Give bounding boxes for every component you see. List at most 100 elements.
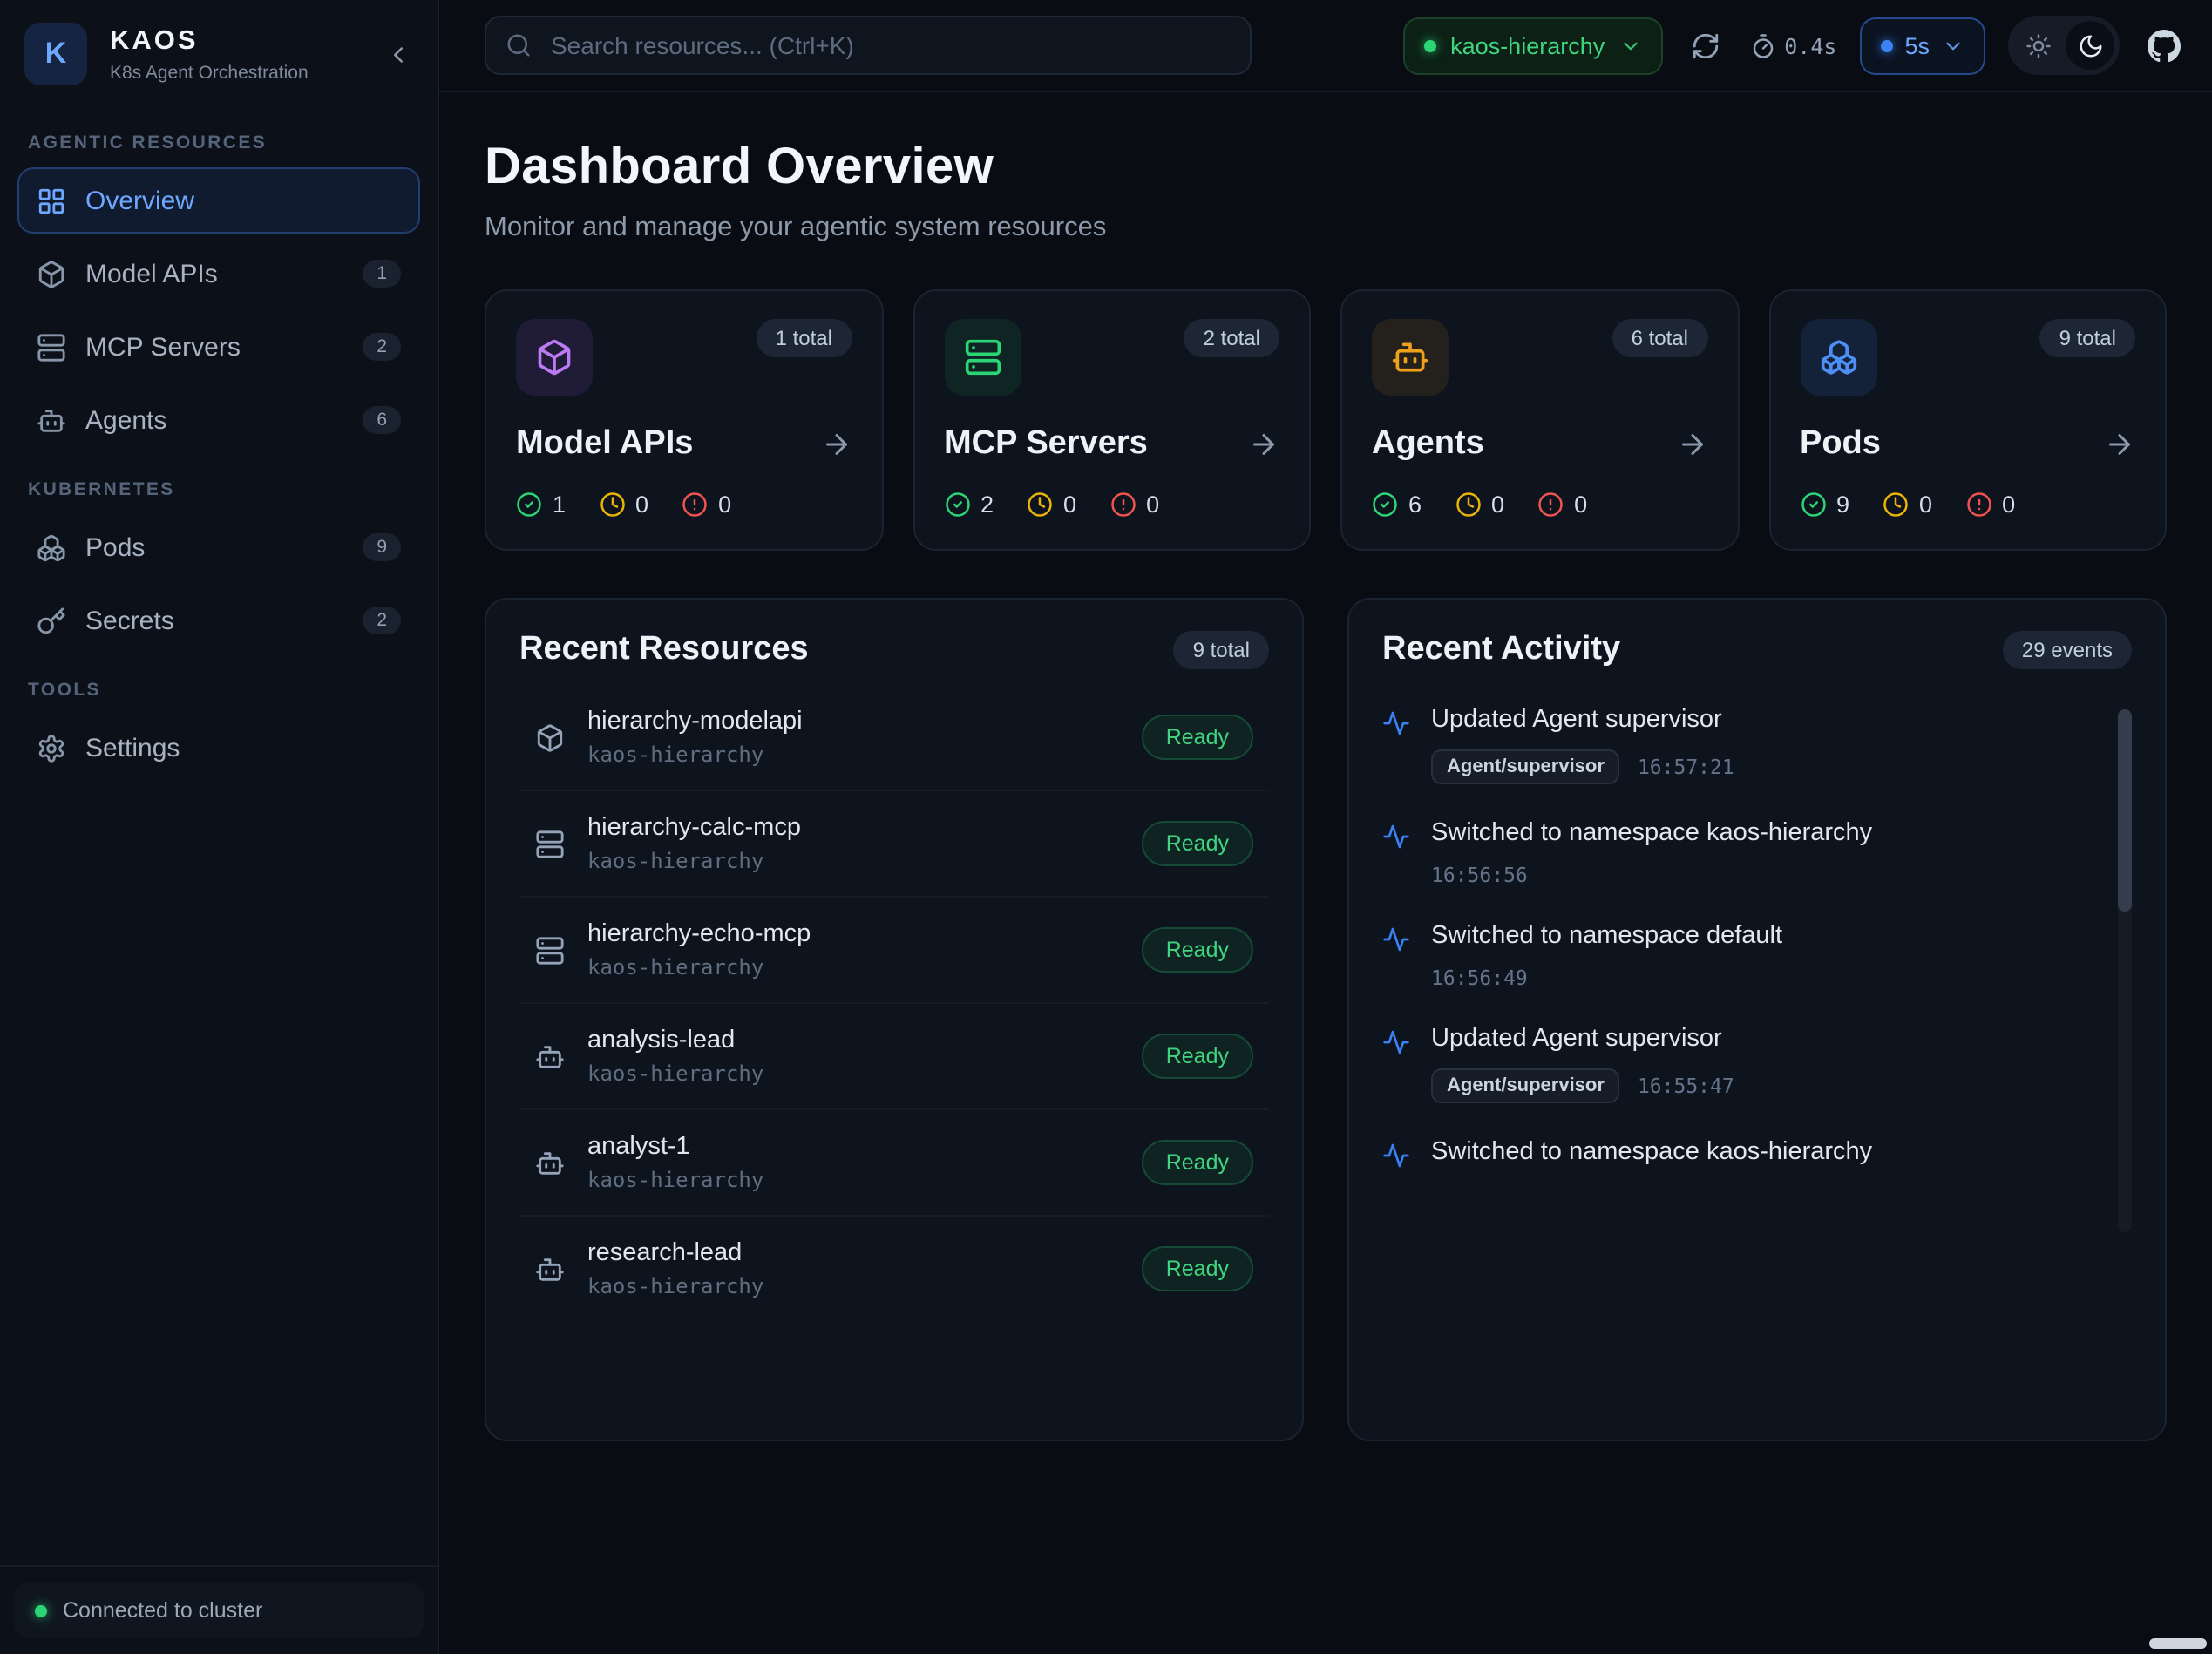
github-button[interactable]: [2142, 24, 2184, 66]
resource-row[interactable]: hierarchy-modelapi kaos-hierarchy Ready: [519, 685, 1269, 791]
topbar-actions: kaos-hierarchy 0.4s 5s: [1403, 16, 2184, 75]
page-content: Dashboard Overview Monitor and manage yo…: [439, 92, 2212, 1654]
panel-title: Recent Activity: [1382, 631, 1620, 669]
box-icon: [535, 722, 565, 752]
agents-tile: [1372, 319, 1449, 396]
sidebar-item-agents[interactable]: Agents 6: [17, 387, 420, 453]
server-icon: [535, 829, 565, 858]
sidebar-item-count: 9: [363, 533, 401, 561]
load-time-value: 0.4s: [1784, 32, 1836, 58]
chevron-left-icon: [384, 41, 411, 67]
activity-event: Updated Agent supervisor Agent/superviso…: [1382, 706, 2086, 784]
dark-theme-button[interactable]: [2066, 21, 2114, 70]
status-badge: Ready: [1142, 927, 1253, 973]
resource-name: hierarchy-calc-mcp: [587, 814, 801, 842]
event-time: 16:56:49: [1431, 966, 1528, 990]
cluster-status-text: Connected to cluster: [63, 1598, 262, 1623]
arrow-right-icon: [820, 429, 852, 460]
stat-cards: 1 total Model APIs 1 0 0: [485, 289, 2167, 551]
clock-icon: [1455, 491, 1481, 518]
event-text: Updated Agent supervisor: [1431, 1025, 1734, 1053]
pending-count: 0: [1491, 491, 1504, 518]
stat-card-pods[interactable]: 9 total Pods 9 0 0: [1768, 289, 2167, 551]
app-title: KAOS: [110, 25, 309, 57]
resource-namespace: kaos-hierarchy: [587, 742, 803, 767]
boxes-icon: [1819, 338, 1857, 376]
clock-icon: [599, 491, 625, 518]
refresh-button[interactable]: [1685, 24, 1727, 66]
interval-value: 5s: [1904, 32, 1930, 58]
clock-icon: [1027, 491, 1053, 518]
activity-icon: [1382, 1028, 1410, 1056]
status-badge: Ready: [1142, 715, 1253, 760]
activity-icon: [1382, 925, 1410, 953]
activity-icon: [1382, 709, 1410, 737]
activity-event: Switched to namespace kaos-hierarchy 16:…: [1382, 819, 2086, 887]
resource-row[interactable]: research-lead kaos-hierarchy Ready: [519, 1217, 1269, 1321]
ready-count: 6: [1408, 491, 1422, 518]
sidebar-item-mcp-servers[interactable]: MCP Servers 2: [17, 314, 420, 380]
event-tag: Agent/supervisor: [1431, 749, 1620, 784]
activity-event: Updated Agent supervisor Agent/superviso…: [1382, 1025, 2086, 1103]
sidebar-collapse-button[interactable]: [378, 35, 417, 73]
sidebar-nav-kubernetes: Pods 9 Secrets 2: [0, 514, 438, 654]
alert-circle-icon: [1965, 491, 1991, 518]
resource-name: research-lead: [587, 1239, 763, 1267]
search-input[interactable]: [485, 16, 1252, 75]
theme-toggle: [2008, 16, 2120, 75]
mcp-servers-tile: [944, 319, 1021, 396]
resource-row[interactable]: hierarchy-calc-mcp kaos-hierarchy Ready: [519, 791, 1269, 898]
server-icon: [535, 935, 565, 965]
search-container: [485, 16, 1252, 75]
sidebar: K KAOS K8s Agent Orchestration AGENTIC R…: [0, 0, 439, 1654]
bot-icon: [535, 1148, 565, 1177]
pending-count: 0: [1063, 491, 1076, 518]
cluster-status: Connected to cluster: [14, 1583, 424, 1638]
sidebar-item-pods[interactable]: Pods 9: [17, 514, 420, 580]
card-title: Model APIs: [516, 425, 693, 464]
failed-count: 0: [1146, 491, 1159, 518]
event-time: 16:57:21: [1638, 755, 1734, 779]
status-dot: [35, 1604, 47, 1617]
sidebar-item-overview[interactable]: Overview: [17, 167, 420, 234]
resource-name: hierarchy-echo-mcp: [587, 920, 811, 948]
namespace-selector[interactable]: kaos-hierarchy: [1403, 17, 1662, 74]
check-circle-icon: [1800, 491, 1826, 518]
namespace-status-dot: [1424, 39, 1436, 51]
sidebar-header: K KAOS K8s Agent Orchestration: [0, 0, 438, 106]
stat-card-agents[interactable]: 6 total Agents 6 0 0: [1340, 289, 1739, 551]
refresh-interval-selector[interactable]: 5s: [1859, 17, 1985, 74]
resource-namespace: kaos-hierarchy: [587, 955, 811, 980]
boxes-icon: [37, 532, 66, 562]
activity-scroll-area: Updated Agent supervisor Agent/superviso…: [1382, 706, 2132, 1239]
recent-activity-panel: Recent Activity 29 events Updated Agent …: [1347, 598, 2167, 1441]
light-theme-button[interactable]: [2013, 21, 2062, 70]
activity-event: Switched to namespace default 16:56:49: [1382, 922, 2086, 990]
status-badge: Ready: [1142, 1034, 1253, 1079]
section-label-agentic-resources: AGENTIC RESOURCES: [0, 106, 438, 167]
resource-namespace: kaos-hierarchy: [587, 1274, 763, 1298]
bot-icon: [535, 1041, 565, 1071]
github-icon: [2147, 29, 2180, 62]
sidebar-item-count: 2: [363, 607, 401, 634]
total-badge: 2 total: [1184, 319, 1279, 357]
resource-list: hierarchy-modelapi kaos-hierarchy Ready …: [519, 685, 1269, 1321]
horizontal-scrollbar-thumb[interactable]: [2149, 1638, 2207, 1649]
resource-row[interactable]: analyst-1 kaos-hierarchy Ready: [519, 1110, 1269, 1217]
card-title: Pods: [1800, 425, 1881, 464]
sidebar-item-secrets[interactable]: Secrets 2: [17, 587, 420, 654]
event-time: 16:55:47: [1638, 1074, 1734, 1098]
server-icon: [37, 332, 66, 362]
resource-row[interactable]: hierarchy-echo-mcp kaos-hierarchy Ready: [519, 898, 1269, 1004]
stat-card-mcp-servers[interactable]: 2 total MCP Servers 2 0 0: [913, 289, 1311, 551]
total-badge: 6 total: [1612, 319, 1707, 357]
activity-scrollbar: [2118, 709, 2132, 1232]
resource-row[interactable]: analysis-lead kaos-hierarchy Ready: [519, 1004, 1269, 1110]
event-text: Switched to namespace default: [1431, 922, 1782, 950]
sidebar-item-model-apis[interactable]: Model APIs 1: [17, 241, 420, 307]
stat-card-model-apis[interactable]: 1 total Model APIs 1 0 0: [485, 289, 883, 551]
sidebar-item-settings[interactable]: Settings: [17, 715, 420, 781]
resource-namespace: kaos-hierarchy: [587, 1061, 763, 1086]
sidebar-nav-tools: Settings: [0, 715, 438, 781]
activity-scrollbar-thumb[interactable]: [2118, 709, 2132, 912]
